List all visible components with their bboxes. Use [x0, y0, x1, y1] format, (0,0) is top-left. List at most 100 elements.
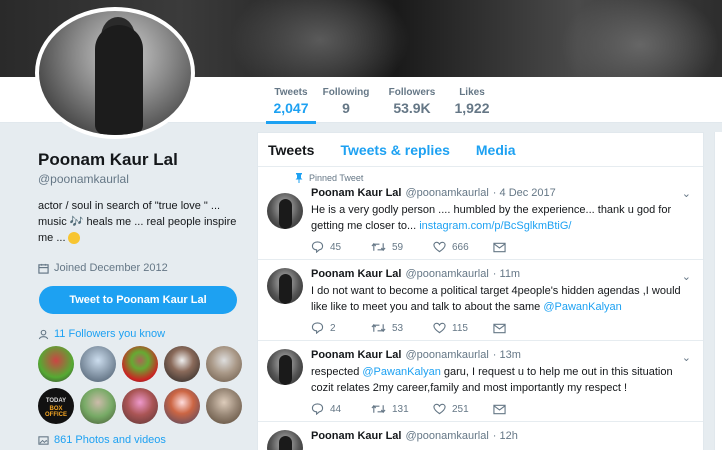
retweet-button[interactable]: 131 — [371, 403, 433, 415]
tweet-author-handle[interactable]: @poonamkaurlal — [405, 187, 488, 199]
profile-name[interactable]: Poonam Kaur Lal — [38, 150, 248, 170]
followers-you-know-text: 11 Followers you know — [54, 328, 166, 340]
like-button[interactable]: 115 — [433, 322, 493, 334]
follower-thumb-text: BOX OFFICE — [45, 406, 67, 418]
follower-avatar[interactable] — [122, 346, 158, 382]
follower-avatar[interactable] — [206, 346, 242, 382]
retweet-icon — [371, 404, 386, 414]
stat-following[interactable]: Following 9 — [322, 87, 370, 116]
joined-date: Joined December 2012 — [38, 262, 248, 274]
photos-videos-link[interactable]: 861 Photos and videos — [38, 434, 248, 446]
retweet-button[interactable]: 53 — [371, 322, 433, 334]
reply-icon — [311, 403, 324, 415]
tab-tweets-replies[interactable]: Tweets & replies — [340, 142, 449, 158]
followers-you-know-link[interactable]: 11 Followers you know — [38, 328, 248, 340]
follower-avatar[interactable] — [38, 346, 74, 382]
follower-thumb-text: TODAY — [45, 398, 67, 404]
retweet-count: 53 — [392, 322, 404, 334]
tweet-avatar[interactable] — [267, 193, 303, 229]
stat-following-label: Following — [322, 87, 370, 98]
tweet-author-name[interactable]: Poonam Kaur Lal — [311, 268, 401, 280]
dm-button[interactable] — [493, 241, 506, 253]
stat-following-value: 9 — [342, 100, 350, 116]
reply-button[interactable]: 2 — [311, 322, 371, 334]
tweet-time[interactable]: · 12h — [493, 430, 518, 442]
tweet-item[interactable]: ⌄ Poonam Kaur Lal @poonamkaurlal · 11m I… — [258, 260, 703, 341]
tweet-author-name[interactable]: Poonam Kaur Lal — [311, 349, 401, 361]
heart-icon — [433, 403, 446, 415]
reply-icon — [311, 241, 324, 253]
timeline: Tweets Tweets & replies Media Pinned Twe… — [257, 132, 704, 450]
stat-tweets[interactable]: Tweets 2,047 — [266, 87, 316, 124]
heart-icon — [433, 241, 446, 253]
like-count: 115 — [452, 322, 468, 334]
dm-button[interactable] — [493, 403, 506, 415]
follower-avatar[interactable]: TODAY BOX OFFICE — [38, 388, 74, 424]
tweet-header: Poonam Kaur Lal @poonamkaurlal · 13m — [311, 349, 693, 361]
pinned-text: Pinned Tweet — [309, 173, 364, 183]
tweet-mention[interactable]: @PawanKalyan — [543, 301, 621, 313]
tweet-item[interactable]: Poonam Kaur Lal @poonamkaurlal · 12h — [258, 422, 703, 450]
like-button[interactable]: 251 — [433, 403, 493, 415]
tweet-author-name[interactable]: Poonam Kaur Lal — [311, 430, 401, 442]
retweet-icon — [371, 242, 386, 252]
tweet-time[interactable]: · 13m — [493, 349, 521, 361]
tweet-item[interactable]: ⌄ Poonam Kaur Lal @poonamkaurlal · 13m r… — [258, 341, 703, 422]
retweet-count: 59 — [392, 241, 404, 253]
music-notes-icon: 🎶 — [69, 216, 84, 228]
stat-likes-label: Likes — [459, 87, 485, 98]
profile-avatar[interactable] — [35, 7, 195, 139]
tweet-avatar[interactable] — [267, 349, 303, 385]
tweet-time[interactable]: · 11m — [493, 268, 520, 280]
tweet-item[interactable]: Pinned Tweet ⌄ Poonam Kaur Lal @poonamka… — [258, 167, 703, 260]
tweet-header: Poonam Kaur Lal @poonamkaurlal · 4 Dec 2… — [311, 187, 693, 199]
envelope-icon — [493, 242, 506, 252]
reply-button[interactable]: 44 — [311, 403, 371, 415]
reply-count: 44 — [330, 403, 342, 415]
reply-count: 45 — [330, 241, 342, 253]
follower-avatar[interactable] — [122, 388, 158, 424]
chevron-down-icon[interactable]: ⌄ — [682, 187, 691, 200]
tweet-author-handle[interactable]: @poonamkaurlal — [405, 349, 488, 361]
tab-media[interactable]: Media — [476, 142, 516, 158]
follower-avatar[interactable] — [80, 388, 116, 424]
stat-likes-value: 1,922 — [454, 100, 490, 116]
smiling-face-icon — [67, 232, 80, 245]
retweet-button[interactable]: 59 — [371, 241, 433, 253]
stat-likes[interactable]: Likes 1,922 — [451, 87, 493, 116]
tweet-avatar[interactable] — [267, 430, 303, 450]
calendar-icon — [38, 263, 49, 274]
dm-button[interactable] — [493, 322, 506, 334]
profile-bio: actor / soul in search of "true love " .… — [38, 198, 243, 246]
profile-card: Poonam Kaur Lal @poonamkaurlal actor / s… — [38, 150, 248, 446]
follower-avatar[interactable] — [80, 346, 116, 382]
tweet-avatar[interactable] — [267, 268, 303, 304]
tab-tweets[interactable]: Tweets — [268, 142, 314, 158]
reply-button[interactable]: 45 — [311, 241, 371, 253]
follower-avatar[interactable] — [164, 388, 200, 424]
chevron-down-icon[interactable]: ⌄ — [682, 270, 691, 283]
like-button[interactable]: 666 — [433, 241, 493, 253]
tweet-author-handle[interactable]: @poonamkaurlal — [405, 430, 488, 442]
follower-avatar[interactable] — [206, 388, 242, 424]
followers-grid: TODAY BOX OFFICE — [38, 346, 248, 424]
tweet-text: I do not want to become a political targ… — [311, 283, 693, 315]
tweet-author-handle[interactable]: @poonamkaurlal — [405, 268, 488, 280]
tweet-body: respected — [311, 366, 363, 378]
tweet-to-button[interactable]: Tweet to Poonam Kaur Lal — [39, 286, 237, 314]
profile-handle[interactable]: @poonamkaurlal — [38, 172, 248, 186]
tweet-author-name[interactable]: Poonam Kaur Lal — [311, 187, 401, 199]
timeline-tabs: Tweets Tweets & replies Media — [258, 133, 703, 167]
stat-followers[interactable]: Followers 53.9K — [387, 87, 437, 116]
stat-tweets-label: Tweets — [274, 87, 308, 98]
tweet-actions: 44 131 251 — [311, 403, 693, 415]
tweet-time[interactable]: · 4 Dec 2017 — [493, 187, 556, 199]
image-icon — [38, 435, 49, 445]
tweet-link[interactable]: instagram.com/p/BcSglkmBtiG/ — [419, 220, 571, 232]
follower-avatar[interactable] — [164, 346, 200, 382]
tweet-mention[interactable]: @PawanKalyan — [362, 366, 440, 378]
joined-text: Joined December 2012 — [54, 262, 168, 274]
chevron-down-icon[interactable]: ⌄ — [682, 351, 691, 364]
envelope-icon — [493, 404, 506, 414]
retweet-count: 131 — [392, 403, 409, 415]
